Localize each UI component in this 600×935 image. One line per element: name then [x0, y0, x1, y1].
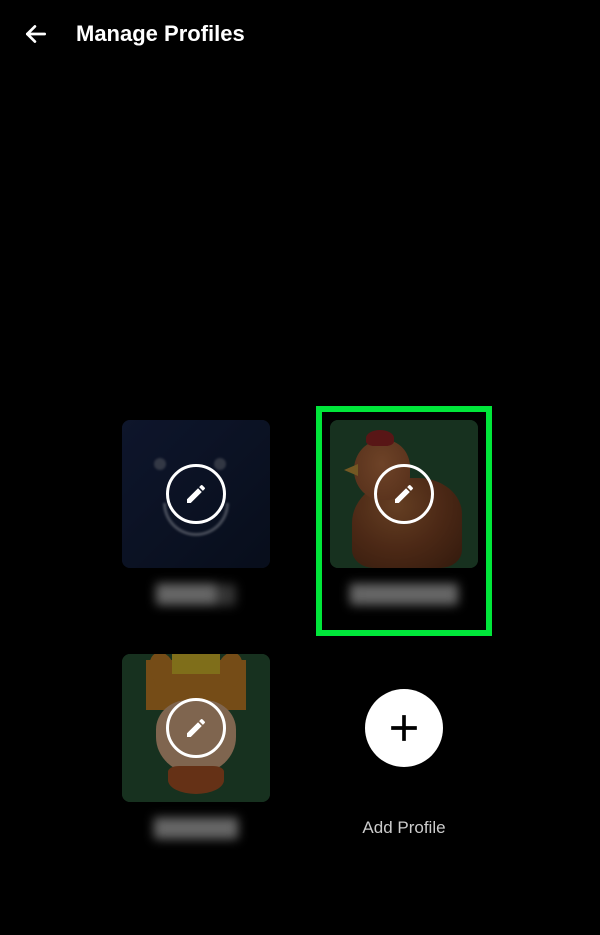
avatar-blue-smiley — [122, 420, 270, 568]
avatar-edit-overlay — [122, 420, 270, 568]
add-profile-tile — [330, 654, 478, 802]
profile-item-2[interactable]: █████████ — [330, 420, 478, 606]
plus-circle — [365, 689, 443, 767]
add-profile-button[interactable]: Add Profile — [330, 654, 478, 840]
profile-name-label: █████████ — [350, 584, 458, 606]
avatar-wrap — [122, 654, 270, 802]
plus-icon — [382, 706, 426, 750]
avatar-edit-overlay — [122, 654, 270, 802]
arrow-left-icon — [23, 21, 49, 47]
edit-circle — [374, 464, 434, 524]
avatar-cartoon-king — [122, 654, 270, 802]
avatar-chicken — [330, 420, 478, 568]
edit-circle — [166, 698, 226, 758]
profile-name-label: █████ — [156, 584, 236, 606]
page-title: Manage Profiles — [76, 21, 245, 47]
avatar-edit-overlay — [330, 420, 478, 568]
pencil-icon — [184, 716, 208, 740]
pencil-icon — [184, 482, 208, 506]
add-profile-label: Add Profile — [362, 818, 445, 838]
profile-item-1[interactable]: █████ — [122, 420, 270, 606]
avatar-wrap — [122, 420, 270, 568]
profile-row: █████ — [122, 420, 478, 606]
header: Manage Profiles — [0, 0, 600, 68]
pencil-icon — [392, 482, 416, 506]
edit-circle — [166, 464, 226, 524]
profile-row: ███████ Add Profile — [122, 654, 478, 840]
avatar-wrap — [330, 420, 478, 568]
profile-item-3[interactable]: ███████ — [122, 654, 270, 840]
back-button[interactable] — [20, 18, 52, 50]
profiles-grid: █████ — [0, 420, 600, 840]
profile-name-label: ███████ — [154, 818, 238, 840]
